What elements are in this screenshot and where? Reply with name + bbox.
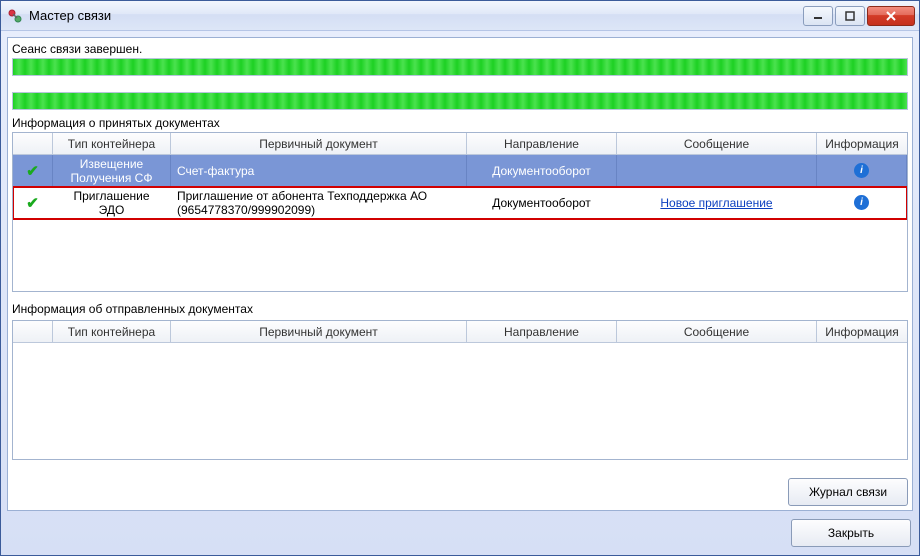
progress-bar-1	[12, 58, 908, 76]
col-msg-header[interactable]: Сообщение	[617, 321, 817, 342]
session-status-label: Сеанс связи завершен.	[8, 38, 912, 58]
checkmark-icon: ✔	[26, 194, 39, 212]
sent-grid-header: Тип контейнера Первичный документ Направ…	[13, 321, 907, 343]
app-icon	[7, 8, 23, 24]
info-cell: i	[817, 187, 907, 218]
col-msg-header[interactable]: Сообщение	[617, 133, 817, 154]
table-row[interactable]: ✔ Извещение Получения СФ Счет-фактура До…	[13, 155, 907, 187]
dir-cell: Документооборот	[467, 187, 617, 218]
info-icon[interactable]: i	[854, 163, 869, 178]
col-info-header[interactable]: Информация	[817, 321, 907, 342]
close-window-button[interactable]	[867, 6, 915, 26]
titlebar-buttons	[803, 6, 915, 26]
type-cell: Приглашение ЭДО	[53, 187, 171, 218]
received-grid-body: ✔ Извещение Получения СФ Счет-фактура До…	[13, 155, 907, 291]
sent-section-label: Информация об отправленных документах	[8, 300, 912, 318]
received-grid-header: Тип контейнера Первичный документ Направ…	[13, 133, 907, 155]
info-cell: i	[817, 155, 907, 186]
received-section-label: Информация о принятых документах	[8, 114, 912, 132]
progress-bar-2	[12, 92, 908, 110]
close-button[interactable]: Закрыть	[791, 519, 911, 547]
msg-cell	[617, 155, 817, 186]
table-row[interactable]: ✔ Приглашение ЭДО Приглашение от абонент…	[13, 187, 907, 219]
titlebar: Мастер связи	[1, 1, 919, 31]
received-grid: Тип контейнера Первичный документ Направ…	[12, 132, 908, 292]
doc-cell: Приглашение от абонента Техподдержка АО …	[171, 187, 467, 218]
dir-cell: Документооборот	[467, 155, 617, 186]
info-icon[interactable]: i	[854, 195, 869, 210]
status-cell: ✔	[13, 155, 53, 186]
msg-cell: Новое приглашение	[617, 187, 817, 218]
minimize-button[interactable]	[803, 6, 833, 26]
window-title: Мастер связи	[29, 8, 803, 23]
doc-cell: Счет-фактура	[171, 155, 467, 186]
connection-wizard-window: Мастер связи Сеанс связи завершен. Инфор…	[0, 0, 920, 556]
status-cell: ✔	[13, 187, 53, 218]
type-cell: Извещение Получения СФ	[53, 155, 171, 186]
col-status-header[interactable]	[13, 133, 53, 154]
outer-footer: Закрыть	[1, 517, 919, 555]
inner-footer: Журнал связи	[8, 470, 912, 510]
col-info-header[interactable]: Информация	[817, 133, 907, 154]
checkmark-icon: ✔	[26, 162, 39, 180]
col-doc-header[interactable]: Первичный документ	[171, 321, 467, 342]
col-dir-header[interactable]: Направление	[467, 133, 617, 154]
connection-log-button[interactable]: Журнал связи	[788, 478, 908, 506]
new-invitation-link[interactable]: Новое приглашение	[660, 196, 772, 210]
col-status-header[interactable]	[13, 321, 53, 342]
sent-grid-body	[13, 343, 907, 459]
col-dir-header[interactable]: Направление	[467, 321, 617, 342]
col-type-header[interactable]: Тип контейнера	[53, 133, 171, 154]
col-doc-header[interactable]: Первичный документ	[171, 133, 467, 154]
content-panel: Сеанс связи завершен. Информация о приня…	[7, 37, 913, 511]
sent-grid: Тип контейнера Первичный документ Направ…	[12, 320, 908, 460]
maximize-button[interactable]	[835, 6, 865, 26]
col-type-header[interactable]: Тип контейнера	[53, 321, 171, 342]
